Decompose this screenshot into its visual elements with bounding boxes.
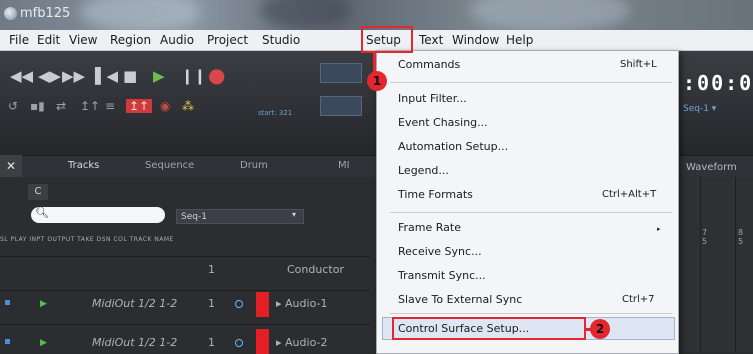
design-icon[interactable] (235, 339, 243, 347)
time-counter: :00:0 (683, 71, 753, 95)
sequence-select[interactable]: Seq-1 (176, 209, 304, 224)
track-name: ▸ Audio-1 (276, 297, 328, 310)
timeline-area (680, 177, 753, 352)
bars-icon[interactable]: ⁂ (182, 99, 194, 113)
menu-project[interactable]: Project (207, 32, 248, 48)
select-indicator (5, 339, 10, 344)
app-logo-icon (4, 7, 17, 20)
take-number: 1 (208, 336, 215, 349)
menu-item-legend[interactable]: Legend... (398, 164, 449, 177)
track-name-label: Audio-1 (285, 297, 328, 310)
tab-sequence[interactable]: Sequence (145, 160, 194, 171)
menu-item-commands[interactable]: Commands (398, 58, 460, 71)
menu-view[interactable]: View (69, 32, 97, 48)
submenu-arrow-icon: ▸ (657, 225, 661, 233)
bar-marker-8: 85 (738, 228, 744, 246)
play-enable-icon[interactable]: ▶ (40, 338, 47, 348)
design-icon[interactable] (235, 300, 243, 308)
take-number: 1 (208, 263, 215, 276)
menu-item-time-formats[interactable]: Time Formats (398, 188, 473, 201)
menu-item-automation-setup[interactable]: Automation Setup... (398, 140, 508, 153)
search-icon: 🔍︎ (35, 206, 49, 219)
sequence-selector-small[interactable]: Seq-1 ▾ (683, 104, 716, 114)
annotation-step-1-badge: 1 (367, 71, 387, 91)
annotation-connector (373, 52, 376, 72)
play-enable-icon[interactable]: ▶ (40, 299, 47, 309)
fast-forward-icon[interactable]: ▶▶ (62, 67, 85, 85)
marker-icon[interactable]: ▪▮ (30, 99, 45, 113)
table-row[interactable]: ▶ MidiOut 1/2 1-2 1 ▸ Audio-2 (0, 324, 370, 354)
menu-audio[interactable]: Audio (160, 32, 194, 48)
take-number: 1 (208, 297, 215, 310)
tab-waveform[interactable]: Waveform (686, 162, 737, 173)
input-monitor-icon[interactable]: ◉ (160, 99, 170, 113)
table-row[interactable]: 1 Conductor (0, 256, 370, 284)
record-arm-icon[interactable]: ↥↑ (126, 99, 153, 113)
pause-icon[interactable]: ❙❙ (181, 67, 206, 85)
menu-region[interactable]: Region (110, 32, 151, 48)
search-input[interactable] (31, 207, 165, 223)
menu-window[interactable]: Window (452, 32, 499, 48)
record-icon[interactable]: ● (208, 63, 225, 87)
track-column-headers: SL PLAY INPT OUTPUT TAKE DSN COL TRACK N… (0, 236, 174, 243)
menu-separator (390, 313, 672, 314)
grid-line (735, 177, 736, 352)
table-row[interactable]: ▶ MidiOut 1/2 1-2 1 ▸ Audio-1 (0, 290, 370, 318)
menu-file[interactable]: File (9, 32, 29, 48)
loop-back-icon[interactable]: ↺ (8, 99, 18, 113)
tab-tracks[interactable]: Tracks (68, 160, 99, 171)
punch-icon[interactable]: ↥↑ (80, 99, 100, 113)
menu-text[interactable]: Text (419, 32, 443, 48)
select-indicator (5, 300, 10, 305)
track-color[interactable] (256, 292, 269, 317)
start-position-readout: start: 321 (258, 109, 293, 117)
track-name-label: Audio-2 (285, 336, 328, 349)
track-name: Conductor (287, 263, 344, 276)
go-to-start-icon[interactable]: ▌◀ (95, 67, 118, 85)
menu-item-frame-rate[interactable]: Frame Rate (398, 221, 461, 234)
menu-item-transmit-sync[interactable]: Transmit Sync... (398, 269, 486, 282)
menu-item-event-chasing[interactable]: Event Chasing... (398, 116, 488, 129)
play-icon[interactable]: ▶ (153, 67, 165, 85)
menu-studio[interactable]: Studio (262, 32, 300, 48)
track-output[interactable]: MidiOut 1/2 1-2 (92, 297, 177, 310)
stop-icon[interactable]: ■ (123, 67, 137, 85)
metronome-icon[interactable]: ≡ (105, 99, 115, 113)
annotation-step-2-badge: 2 (590, 319, 610, 339)
step-back-icon[interactable]: ◀▶ (38, 67, 61, 85)
menu-item-input-filter[interactable]: Input Filter... (398, 92, 467, 105)
tab-drum[interactable]: Drum (240, 160, 268, 171)
bar-marker-7: 75 (702, 228, 708, 246)
menu-item-receive-sync[interactable]: Receive Sync... (398, 245, 482, 258)
shortcut-commands: Shift+L (620, 59, 657, 70)
menu-separator (390, 82, 672, 83)
track-color[interactable] (256, 329, 269, 354)
chevron-down-icon: ▾ (292, 210, 297, 219)
menu-separator (390, 212, 672, 213)
annotation-highlight-control-surface (392, 317, 586, 340)
cycle-icon[interactable]: ⇄ (56, 99, 66, 113)
annotation-highlight-setup (361, 26, 413, 53)
shortcut-slave-sync: Ctrl+7 (622, 294, 655, 305)
menu-edit[interactable]: Edit (37, 32, 60, 48)
track-name: ▸ Audio-2 (276, 336, 328, 349)
column-toggle[interactable]: C (28, 184, 48, 200)
menu-help[interactable]: Help (506, 32, 533, 48)
grid-line (700, 177, 701, 352)
display-box (320, 96, 362, 116)
track-output[interactable]: MidiOut 1/2 1-2 (92, 336, 177, 349)
display-box (320, 63, 362, 83)
rewind-icon[interactable]: ◀◀ (10, 67, 33, 85)
menu-item-slave-to-external-sync[interactable]: Slave To External Sync (398, 293, 522, 306)
window-title: mfb125 (20, 6, 71, 21)
tab-mi[interactable]: MI (338, 160, 350, 171)
shortcut-time-formats: Ctrl+Alt+T (602, 189, 657, 200)
close-icon[interactable]: ✕ (0, 155, 22, 177)
